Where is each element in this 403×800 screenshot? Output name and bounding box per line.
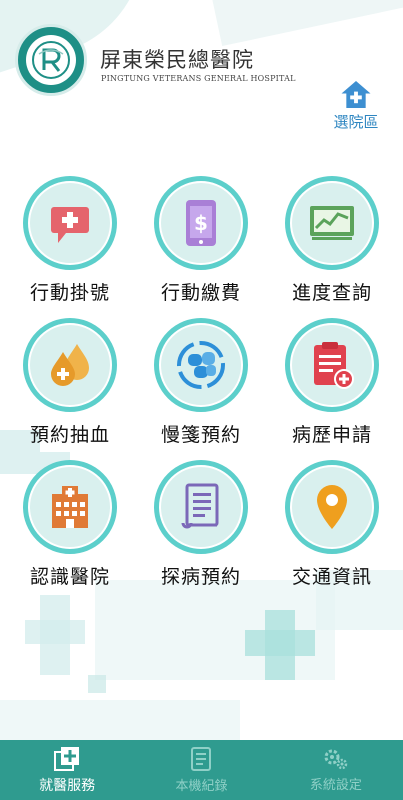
nav-tab-label: 本機紀錄	[175, 779, 228, 794]
menu-tile-medical-record-request[interactable]: 病歷申請	[272, 318, 392, 448]
hospital-logo	[15, 24, 87, 96]
pills-icon	[177, 341, 225, 389]
gears-icon	[324, 749, 348, 770]
menu-tile-label: 交通資訊	[291, 566, 372, 588]
menu-tile-label: 進度查詢	[291, 282, 372, 304]
chat-plus-icon	[51, 207, 89, 243]
phone-dollar-icon: $	[186, 200, 216, 246]
menu-tile-label: 探病預約	[160, 566, 241, 588]
map-pin-icon	[317, 485, 347, 529]
menu-tile-label: 行動繳費	[160, 282, 241, 304]
app-header: 屏東榮民總醫院 PINGTUNG VETERANS GENERAL HOSPIT…	[0, 0, 403, 140]
menu-tile-mobile-payment[interactable]: $ 行動繳費	[141, 176, 261, 306]
bg-cross-decoration	[0, 700, 240, 740]
records-icon	[191, 747, 212, 771]
menu-tile-label: 病歷申請	[291, 424, 372, 446]
hospital-name: 屏東榮民總醫院	[100, 48, 254, 72]
menu-tile-label: 行動掛號	[29, 282, 110, 304]
select-branch-button[interactable]: 選院區	[330, 80, 382, 132]
menu-tile-transport-info[interactable]: 交通資訊	[272, 460, 392, 590]
select-branch-label: 選院區	[333, 113, 379, 131]
clipboard-plus-icon	[314, 342, 354, 389]
hospital-name-en: PINGTUNG VETERANS GENERAL HOSPITAL	[101, 74, 296, 83]
menu-tile-refill-prescription-booking[interactable]: 慢箋預約	[141, 318, 261, 448]
menu-tile-label: 預約抽血	[29, 424, 110, 446]
document-icon	[181, 483, 219, 529]
bg-cross-decoration	[25, 620, 85, 644]
menu-tile-blood-draw-booking[interactable]: 預約抽血	[10, 318, 130, 448]
menu-tile-mobile-registration[interactable]: 行動掛號	[10, 176, 130, 306]
service-menu-area: 行動掛號 $ 行動繳費 進度查詢 預約抽血 慢箋預約 病歷申請 認識醫院 探病預…	[0, 140, 403, 740]
blood-drop-icon	[51, 344, 89, 386]
hospital-building-icon	[52, 486, 88, 528]
svg-text:$: $	[194, 211, 208, 235]
nav-tab-label: 就醫服務	[39, 777, 96, 794]
menu-tile-about-hospital[interactable]: 認識醫院	[10, 460, 130, 590]
bottom-navigation: 就醫服務 本機紀錄 系統設定	[0, 740, 403, 800]
nav-tab-system-settings[interactable]: 系統設定	[269, 740, 403, 800]
nav-tab-label: 系統設定	[309, 778, 362, 793]
medical-service-icon	[54, 746, 80, 771]
header-decoration	[203, 0, 403, 47]
nav-tab-local-records[interactable]: 本機紀錄	[134, 740, 268, 800]
menu-tile-progress-query[interactable]: 進度查詢	[272, 176, 392, 306]
home-plus-icon	[341, 80, 371, 109]
menu-tile-visit-booking[interactable]: 探病預約	[141, 460, 261, 590]
bg-cross-decoration	[245, 630, 315, 656]
nav-tab-medical-service[interactable]: 就醫服務	[0, 740, 134, 800]
bg-cross-decoration	[88, 675, 106, 693]
menu-tile-label: 慢箋預約	[160, 424, 241, 446]
menu-tile-label: 認識醫院	[29, 566, 110, 588]
chart-monitor-icon	[310, 206, 354, 240]
